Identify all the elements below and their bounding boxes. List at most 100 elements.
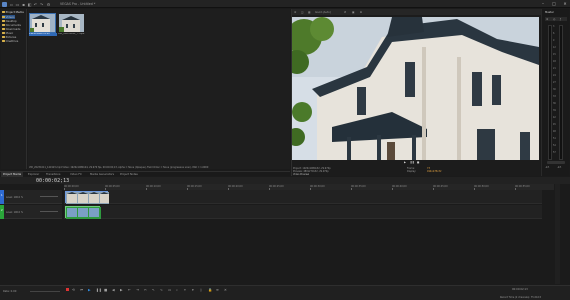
save-icon[interactable]: ▪: [21, 2, 26, 7]
ruler-mark: 00:00:00;00: [64, 184, 79, 188]
redo-icon[interactable]: ↷: [39, 2, 44, 7]
next-frame-icon[interactable]: ▶: [120, 288, 124, 292]
vu-scale-label: 54: [553, 144, 556, 147]
auto-crossfade-icon[interactable]: ✕: [224, 288, 228, 292]
media-item[interactable]: VID_20231011_...mp4: [58, 13, 86, 36]
go-end-icon[interactable]: ⇥: [136, 288, 140, 292]
go-start-icon[interactable]: ⇤: [128, 288, 132, 292]
vu-scale-label: 30: [553, 88, 556, 91]
vu-scale-label: 18: [553, 60, 556, 63]
record-icon[interactable]: [66, 288, 69, 291]
overlay-icon[interactable]: ▦: [308, 11, 310, 14]
stop-icon[interactable]: ■: [104, 288, 108, 292]
close-icon[interactable]: ✕: [560, 0, 570, 8]
tree-item-videos[interactable]: Videos: [2, 15, 15, 19]
play-icon[interactable]: ▶: [88, 288, 92, 292]
tree-item-music[interactable]: Music: [2, 31, 13, 35]
mute-icon[interactable]: ◎: [553, 18, 555, 21]
track-level: Level: 100.0 %: [6, 211, 24, 214]
vu-scale-label: 39: [553, 109, 556, 112]
transport-bar: Rate: 0.00 ⟲ ⏮ ▶ ❚❚ ■ ◀ ▶ ⇤ ⇥ ✂ ↖ ∿ ▭ ⌕ ⌖ ▾ ▯ 🔒 ≋ ✕ 00:00:0…: [0, 285, 570, 300]
track-header-1[interactable]: 1 Level: 100.0 %: [0, 190, 62, 204]
video-frame[interactable]: [292, 17, 539, 160]
vu-scale-label: 24: [553, 74, 556, 77]
level-slider[interactable]: [40, 211, 58, 212]
lock-icon[interactable]: 🔒: [208, 288, 212, 292]
tree-item-desktop[interactable]: Desktop: [2, 19, 17, 23]
track-header-2[interactable]: 2 Level: 100.0 %: [0, 205, 62, 219]
undo-icon[interactable]: ↶: [33, 2, 38, 7]
ripple-icon[interactable]: ≋: [216, 288, 220, 292]
media-item-label: 1920x1080 HEVC: [29, 33, 57, 36]
ruler-mark: 00:00:20;00: [228, 184, 243, 188]
track-lane-1[interactable]: [64, 190, 542, 204]
selection-icon[interactable]: ▭: [168, 288, 172, 292]
tree-header-label: Project Media: [5, 10, 24, 14]
fx-icon[interactable]: ƒ: [560, 18, 561, 21]
vu-meter-left: [548, 25, 552, 160]
envelope-icon[interactable]: ∿: [160, 288, 164, 292]
app-icon[interactable]: [2, 1, 7, 7]
timeline-vertical-scrollbar[interactable]: [555, 184, 560, 284]
new-icon[interactable]: ▫: [9, 2, 14, 7]
rate-slider[interactable]: [30, 291, 60, 292]
vu-scale-label: 42: [553, 116, 556, 119]
maximize-icon[interactable]: □: [549, 0, 559, 8]
loop-icon[interactable]: ⟲: [72, 288, 76, 292]
open-icon[interactable]: ▭: [15, 2, 20, 7]
track-color-swatch: [0, 190, 4, 204]
tree-item-onedrive[interactable]: OneDrive: [2, 39, 18, 43]
region-icon[interactable]: ▯: [200, 288, 204, 292]
snapshot-icon[interactable]: ▣: [352, 11, 354, 14]
master-bus-panel: Master ⚙ ◎ ƒ 3 6 9 12 15 18 21 24 27 30 33 36 39 42 45…: [541, 9, 569, 176]
minimize-icon[interactable]: –: [538, 0, 548, 8]
snap-icon[interactable]: ⌖: [184, 288, 188, 292]
folder-icon: [2, 15, 5, 19]
master-fader[interactable]: [547, 161, 565, 164]
media-thumbnail[interactable]: [29, 13, 56, 33]
zoom-icon[interactable]: ⌕: [176, 288, 180, 292]
audio-clip[interactable]: [65, 206, 101, 219]
timeline-area[interactable]: [64, 190, 542, 285]
gear-icon[interactable]: ⚙: [294, 11, 296, 14]
level-slider[interactable]: [40, 196, 58, 197]
track-number: 1: [1, 194, 3, 197]
tree-item-pictures[interactable]: Pictures: [2, 35, 16, 39]
track-lane-2[interactable]: [64, 205, 542, 219]
play-from-start-icon[interactable]: ⏮: [80, 288, 84, 292]
ruler-mark: 00:00:25;00: [269, 184, 284, 188]
vu-scale-label: 45: [553, 123, 556, 126]
ruler-mark: 00:00:35;00: [351, 184, 366, 188]
stop-icon[interactable]: ■: [417, 161, 419, 164]
settings-icon[interactable]: ⚙: [46, 2, 51, 7]
pause-icon[interactable]: ❚❚: [96, 288, 102, 292]
folder-icon: [2, 35, 5, 39]
media-thumbnail[interactable]: [58, 13, 85, 33]
preview-toolbar: ⚙ ◫ ▦ Good (Auto) # ▣ ⧉: [292, 9, 541, 15]
title-bar: ▫ ▭ ▪ ◧ ↶ ↷ ⚙ VEGAS Pro - Untitled * – □…: [0, 0, 570, 8]
media-item[interactable]: 1920x1080 HEVC: [29, 13, 57, 36]
video-clip[interactable]: [65, 191, 109, 204]
vu-scale-label: 21: [553, 67, 556, 70]
split-screen-icon[interactable]: ◫: [301, 11, 303, 14]
vu-scale-label: 9: [553, 39, 555, 42]
grid-icon[interactable]: #: [344, 11, 346, 14]
play-icon[interactable]: ▶: [404, 161, 406, 164]
normal-edit-icon[interactable]: ↖: [152, 288, 156, 292]
split-icon[interactable]: ✂: [144, 288, 148, 292]
pause-icon[interactable]: ❚❚: [410, 161, 414, 164]
gear-icon[interactable]: ⚙: [546, 18, 548, 21]
display-label: Display:: [407, 170, 417, 173]
render-icon[interactable]: ◧: [27, 2, 32, 7]
quality-dropdown[interactable]: Good (Auto): [315, 11, 331, 14]
marker-icon[interactable]: ▾: [192, 288, 196, 292]
folder-icon: [2, 31, 5, 35]
prev-frame-icon[interactable]: ◀: [112, 288, 116, 292]
folder-icon: [2, 23, 5, 27]
folder-icon: [2, 39, 5, 43]
tree-item-documents[interactable]: Documents: [2, 23, 21, 27]
ruler-mark: 00:00:15;00: [187, 184, 202, 188]
tree-item-downloads[interactable]: Downloads: [2, 27, 20, 31]
track-color-swatch: [0, 205, 4, 219]
copy-icon[interactable]: ⧉: [360, 11, 362, 14]
